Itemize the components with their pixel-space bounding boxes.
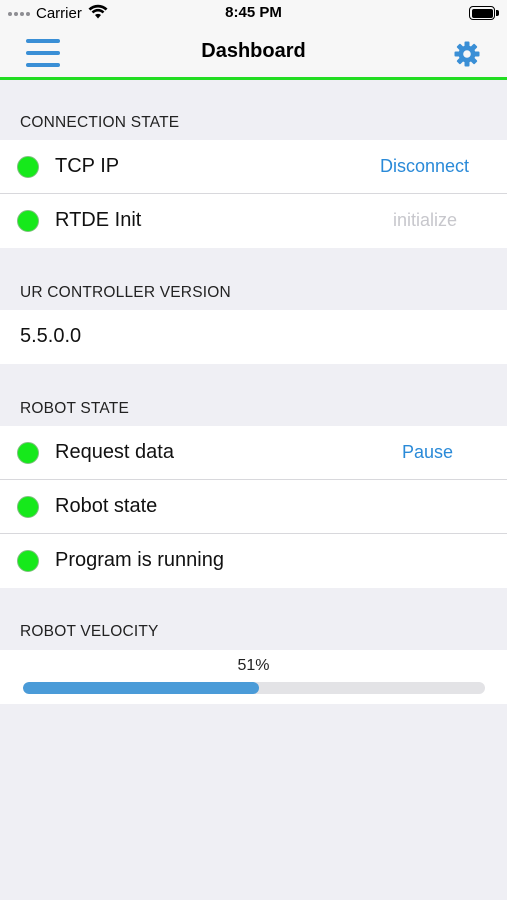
controller-version-row: 5.5.0.0 bbox=[0, 310, 507, 364]
program-running-label: Program is running bbox=[55, 549, 224, 571]
program-running-status-indicator bbox=[17, 550, 39, 572]
request-data-status-indicator bbox=[17, 442, 39, 464]
request-data-label: Request data bbox=[55, 441, 174, 463]
tcp-ip-row: TCP IP Disconnect bbox=[0, 140, 507, 194]
robot-velocity-header: ROBOT VELOCITY bbox=[20, 623, 159, 640]
disconnect-button[interactable]: Disconnect bbox=[380, 156, 469, 177]
velocity-percent-label: 51% bbox=[237, 657, 270, 674]
tcp-ip-label: TCP IP bbox=[55, 155, 120, 177]
robot-state-label: Robot state bbox=[55, 495, 158, 517]
robot-state-status-indicator bbox=[17, 496, 39, 518]
rtde-init-label: RTDE Init bbox=[55, 209, 142, 231]
status-bar: Carrier 8:45 PM bbox=[0, 0, 507, 28]
gear-icon[interactable] bbox=[453, 40, 481, 68]
velocity-progress-fill bbox=[23, 682, 259, 694]
page-title: Dashboard bbox=[201, 40, 306, 62]
rtde-init-status-indicator bbox=[17, 210, 39, 232]
dashboard-screen: Carrier 8:45 PM Dashboard CONNECTION STA… bbox=[0, 0, 507, 900]
robot-state-row: Robot state bbox=[0, 480, 507, 534]
velocity-progress-bar[interactable] bbox=[23, 682, 485, 694]
connection-state-header: CONNECTION STATE bbox=[20, 114, 180, 131]
battery-icon bbox=[469, 6, 499, 20]
request-data-row: Request data Pause bbox=[0, 426, 507, 480]
initialize-button[interactable]: initialize bbox=[393, 210, 457, 231]
controller-version-header: UR CONTROLLER VERSION bbox=[20, 284, 231, 301]
controller-version-value: 5.5.0.0 bbox=[20, 325, 82, 347]
program-running-row: Program is running bbox=[0, 534, 507, 588]
pause-button[interactable]: Pause bbox=[402, 442, 453, 463]
rtde-init-row: RTDE Init initialize bbox=[0, 194, 507, 248]
robot-velocity-row: 51% bbox=[0, 650, 507, 704]
navigation-bar: Dashboard bbox=[0, 28, 507, 80]
status-time: 8:45 PM bbox=[225, 4, 282, 21]
robot-state-header: ROBOT STATE bbox=[20, 400, 129, 417]
tcp-ip-status-indicator bbox=[17, 156, 39, 178]
